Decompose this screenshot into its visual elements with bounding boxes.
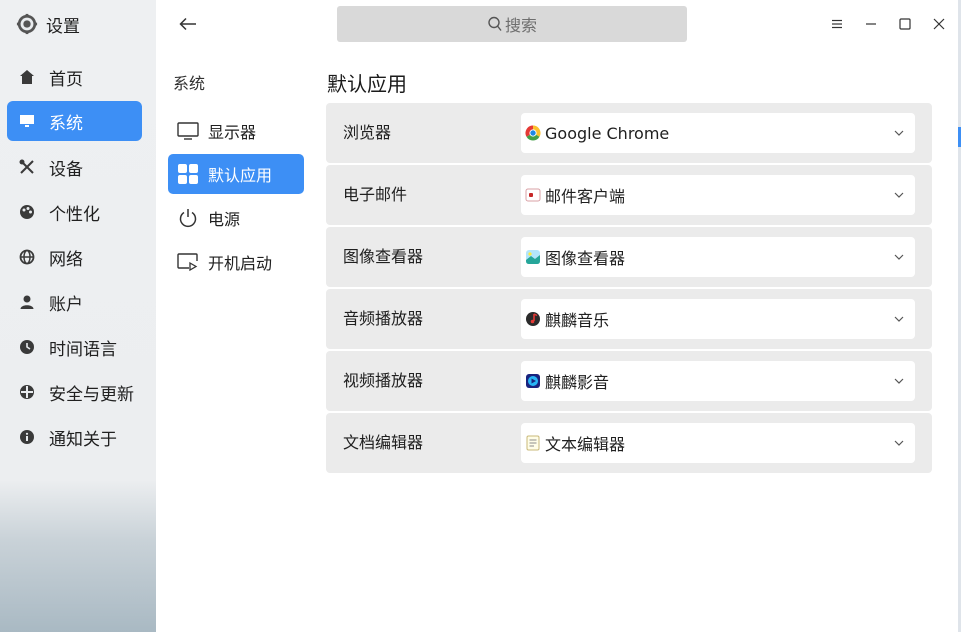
app-title: 设置 [46,16,80,37]
sidebar-item-label: 时间语言 [49,339,117,360]
minimize-button[interactable] [861,14,881,34]
select-value: 图像查看器 [545,249,626,268]
select-value: 邮件客户端 [545,187,626,206]
search-placeholder: 搜索 [504,16,537,35]
music-icon [525,311,541,327]
select-value: 文本编辑器 [545,435,626,454]
power-icon [176,206,200,230]
sidebar-item-label: 首页 [49,69,83,90]
sidebar-item-system[interactable]: 系统 [7,101,142,141]
email-select[interactable]: 邮件客户端 [521,175,915,215]
globe-icon [18,248,36,266]
row-label: 音频播放器 [343,309,424,328]
subnav-item-power[interactable]: 电源 [168,198,304,238]
sidebar-item-label: 网络 [49,249,83,270]
default-app-row-audio-player: 音频播放器 麒麟音乐 [326,289,932,349]
app-header: 设置 [16,10,80,38]
user-icon [18,293,36,311]
sidebar-item-label: 通知关于 [49,429,117,450]
sidebar-item-accounts[interactable]: 账户 [7,282,142,322]
row-label: 浏览器 [343,123,392,142]
monitor-icon [18,112,36,130]
settings-window: 搜索 系统 显示器 默认应用 电源 开机启动 默认应用 浏览器 Google C… [156,0,958,632]
sidebar-item-time-language[interactable]: 时间语言 [7,327,142,367]
chevron-down-icon [894,192,904,198]
chevron-down-icon [894,378,904,384]
image-viewer-icon [525,249,541,265]
sidebar-item-notifications-about[interactable]: 通知关于 [7,417,142,457]
sidebar-item-label: 设备 [49,159,83,180]
sidebar-item-label: 账户 [49,294,83,315]
search-icon [488,16,502,31]
settings-gear-icon [16,13,38,35]
select-value: Google Chrome [545,123,670,143]
row-label: 文档编辑器 [343,433,424,452]
sidebar-item-home[interactable]: 首页 [7,57,142,97]
close-button[interactable] [929,14,949,34]
display-icon [176,119,200,143]
row-label: 电子邮件 [343,185,408,204]
maximize-button[interactable] [895,14,915,34]
subnav-item-label: 电源 [208,210,241,229]
page-title: 默认应用 [327,72,407,96]
chevron-down-icon [894,440,904,446]
row-label: 视频播放器 [343,371,424,390]
subnav-item-label: 显示器 [208,123,257,142]
document-editor-select[interactable]: 文本编辑器 [521,423,915,463]
section-title: 系统 [173,74,206,93]
default-app-row-email: 电子邮件 邮件客户端 [326,165,932,225]
video-player-select[interactable]: 麒麟影音 [521,361,915,401]
tools-icon [18,158,36,176]
back-button[interactable] [176,12,200,36]
sidebar-item-security-update[interactable]: 安全与更新 [7,372,142,412]
sidebar-item-label: 个性化 [49,204,100,225]
image-viewer-select[interactable]: 图像查看器 [521,237,915,277]
select-value: 麒麟音乐 [545,311,610,330]
sidebar-item-label: 安全与更新 [49,384,134,405]
sidebar-item-personalization[interactable]: 个性化 [7,192,142,232]
chevron-down-icon [894,254,904,260]
sidebar-item-network[interactable]: 网络 [7,237,142,277]
maximize-icon [899,18,911,30]
video-icon [525,373,541,389]
info-icon [18,428,36,446]
sidebar-item-devices[interactable]: 设备 [7,147,142,187]
main-sidebar: 设置 首页 系统 设备 个性化 网络 账户 时间语言 安全与更新 通知关于 [0,0,156,632]
chrome-icon [525,125,541,141]
subnav-item-display[interactable]: 显示器 [168,111,304,151]
palette-icon [18,203,36,221]
default-app-row-video-player: 视频播放器 麒麟影音 [326,351,932,411]
shield-icon [18,383,36,401]
default-app-row-document-editor: 文档编辑器 文本编辑器 [326,413,932,473]
text-editor-icon [525,435,541,451]
row-label: 图像查看器 [343,247,424,266]
close-icon [933,18,945,30]
clock-icon [18,338,36,356]
grid-icon [176,162,200,186]
default-app-row-browser: 浏览器 Google Chrome [326,103,932,163]
subnav-item-label: 开机启动 [208,254,273,273]
hamburger-menu-icon [832,19,842,29]
subnav-item-default-apps[interactable]: 默认应用 [168,154,304,194]
subnav-item-label: 默认应用 [208,166,273,185]
sidebar-item-label: 系统 [49,113,83,134]
search-input[interactable]: 搜索 [337,6,687,42]
browser-select[interactable]: Google Chrome [521,113,915,153]
chevron-down-icon [894,130,904,136]
arrow-left-icon [179,17,196,31]
default-app-row-image-viewer: 图像查看器 图像查看器 [326,227,932,287]
mail-client-icon [525,187,541,203]
chevron-down-icon [894,316,904,322]
menu-button[interactable] [827,14,847,34]
select-value: 麒麟影音 [545,373,610,392]
subnav-item-autostart[interactable]: 开机启动 [168,242,304,282]
home-icon [18,68,36,86]
audio-player-select[interactable]: 麒麟音乐 [521,299,915,339]
autostart-icon [176,250,200,274]
minimize-icon [866,23,876,25]
